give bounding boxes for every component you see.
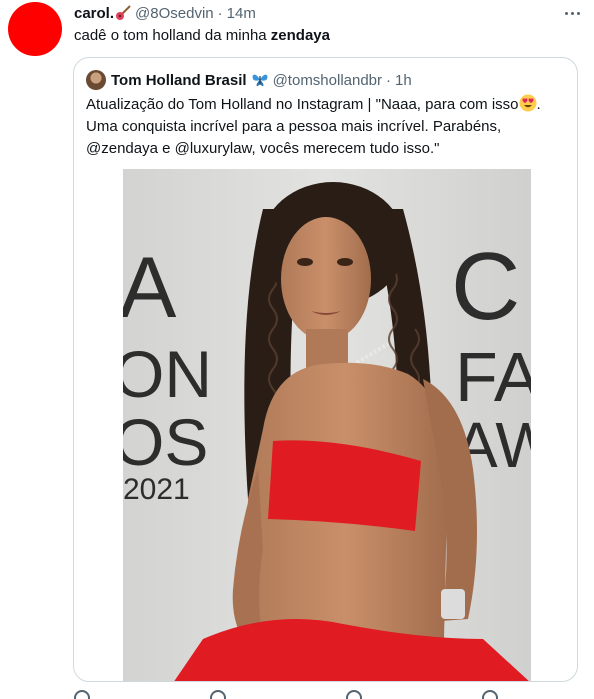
- quoted-author-name[interactable]: Tom Holland Brasil: [111, 72, 247, 89]
- like-icon[interactable]: [346, 690, 362, 699]
- backdrop-left-letter-1: A: [123, 240, 177, 336]
- tweet-actions: [74, 690, 554, 699]
- quoted-tweet-text: Atualização do Tom Holland no Instagram …: [86, 94, 564, 160]
- share-icon[interactable]: [482, 690, 498, 699]
- author-name[interactable]: carol.: [74, 5, 114, 22]
- quoted-photo[interactable]: A ON OS 2021 C FA AW: [123, 169, 531, 681]
- tweet-header: carol. @8Osedvin · 14m: [74, 3, 582, 23]
- quoted-author-avatar[interactable]: [86, 70, 106, 90]
- quoted-tweet-header: Tom Holland Brasil @tomshollandbr · 1h: [86, 70, 412, 90]
- backdrop-left-letter-3: OS: [123, 405, 208, 479]
- backdrop-left-letter-2: ON: [123, 337, 212, 411]
- backdrop-left-letter-4: 2021: [123, 473, 190, 506]
- guitar-emoji-icon: [116, 5, 131, 20]
- quoted-separator-dot: ·: [386, 71, 392, 89]
- quoted-tweet-time[interactable]: 1h: [395, 72, 412, 89]
- backdrop-right-letter-1: C: [451, 233, 520, 340]
- photo-illustration: A ON OS 2021 C FA AW: [123, 169, 531, 681]
- butterfly-emoji-icon: [252, 74, 268, 87]
- quoted-tweet-card[interactable]: Tom Holland Brasil @tomshollandbr · 1h A…: [73, 57, 578, 682]
- more-options-icon[interactable]: [562, 3, 582, 23]
- quoted-text-part1: Atualização do Tom Holland no Instagram …: [86, 96, 519, 113]
- quoted-author-handle[interactable]: @tomshollandbr: [273, 72, 382, 89]
- separator-dot: ·: [217, 4, 223, 22]
- tweet-text-bold: zendaya: [270, 27, 330, 44]
- retweet-icon[interactable]: [210, 690, 226, 699]
- tweet-text-prefix: cadê o tom holland da minha: [74, 27, 271, 44]
- tweet-text: cadê o tom holland da minha zendaya: [74, 26, 330, 46]
- backdrop-right-letter-2: FA: [455, 338, 531, 416]
- tweet-time[interactable]: 14m: [227, 5, 256, 22]
- author-avatar[interactable]: [8, 2, 62, 56]
- reply-icon[interactable]: [74, 690, 90, 699]
- author-handle[interactable]: @8Osedvin: [135, 5, 214, 22]
- heart-eyes-emoji-icon: [519, 94, 537, 112]
